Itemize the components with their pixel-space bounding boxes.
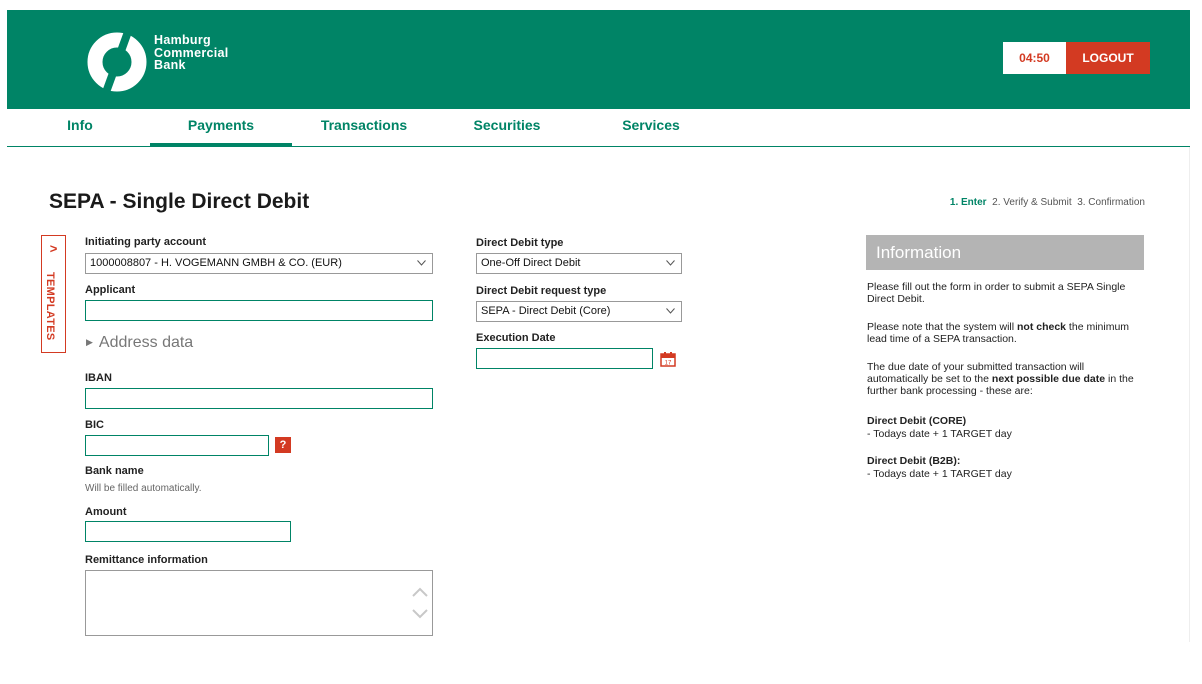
info-b2b-text: - Todays date + 1 TARGET day [867, 468, 1012, 480]
chevron-down-icon[interactable] [410, 606, 430, 622]
nav-services[interactable]: Services [605, 109, 697, 146]
info-panel-title: Information [866, 235, 1144, 270]
calendar-icon[interactable]: 17 [660, 351, 676, 367]
chevron-up-icon[interactable] [410, 584, 430, 600]
bank-name-label: Bank name [85, 465, 144, 477]
execution-date-label: Execution Date [476, 332, 556, 344]
info-b2b-title: Direct Debit (B2B): [867, 455, 961, 467]
nav-securities[interactable]: Securities [457, 109, 557, 146]
chevron-down-icon [666, 308, 675, 314]
amount-input[interactable] [85, 521, 291, 542]
brand-name: Hamburg Commercial Bank [154, 34, 229, 72]
nav-info[interactable]: Info [45, 109, 115, 146]
help-icon[interactable]: ? [275, 437, 291, 453]
header-bar: Hamburg Commercial Bank 04:50 LOGOUT [7, 10, 1190, 109]
step-verify: 2. Verify & Submit [992, 197, 1072, 208]
dd-request-type-select[interactable]: SEPA - Direct Debit (Core) [476, 301, 682, 322]
info-paragraph-1: Please fill out the form in order to sub… [867, 281, 1126, 305]
info-core-title: Direct Debit (CORE) [867, 415, 967, 427]
iban-label: IBAN [85, 372, 112, 384]
step-enter: 1. Enter [949, 197, 987, 208]
remittance-textarea[interactable] [85, 570, 433, 636]
nav-payments[interactable]: Payments [150, 109, 292, 146]
initiating-party-select[interactable]: 1000008807 - H. VOGEMANN GMBH & CO. (EUR… [85, 253, 433, 274]
bic-label: BIC [85, 419, 104, 431]
step-confirmation: 3. Confirmation [1077, 197, 1145, 208]
main-nav: Info Payments Transactions Securities Se… [7, 109, 1190, 147]
dd-type-select[interactable]: One-Off Direct Debit [476, 253, 682, 274]
bic-input[interactable] [85, 435, 269, 456]
brand-line-3: Bank [154, 58, 186, 72]
info-paragraph-3: The due date of your submitted transacti… [867, 361, 1134, 397]
content-border [1189, 147, 1190, 642]
dd-type-value: One-Off Direct Debit [481, 257, 581, 269]
dd-request-type-value: SEPA - Direct Debit (Core) [481, 305, 611, 317]
amount-label: Amount [85, 506, 127, 518]
address-data-label: Address data [98, 334, 194, 351]
initiating-party-label: Initiating party account [85, 236, 207, 248]
info-core-text: - Todays date + 1 TARGET day [867, 428, 1012, 440]
templates-label: TEMPLATES [44, 272, 56, 341]
dd-request-type-label: Direct Debit request type [476, 285, 607, 297]
brand-line-1: Hamburg [154, 33, 211, 47]
initiating-party-value: 1000008807 - H. VOGEMANN GMBH & CO. (EUR… [90, 257, 342, 269]
caret-right-icon: ▶ [86, 337, 93, 348]
address-data-toggle[interactable]: ▶ Address data [86, 334, 193, 352]
page-title: SEPA - Single Direct Debit [49, 190, 310, 213]
templates-tab[interactable]: > TEMPLATES [41, 235, 66, 353]
dd-type-label: Direct Debit type [476, 237, 564, 249]
execution-date-input[interactable] [476, 348, 653, 369]
hcob-logo-icon[interactable] [87, 32, 147, 92]
chevron-down-icon [417, 260, 426, 266]
bank-name-hint: Will be filled automatically. [85, 483, 202, 494]
remittance-label: Remittance information [85, 554, 208, 566]
session-timer: 04:50 [1003, 42, 1066, 74]
logout-button[interactable]: LOGOUT [1066, 42, 1150, 74]
info-paragraph-2: Please note that the system will not che… [867, 321, 1130, 345]
iban-input[interactable] [85, 388, 433, 409]
calendar-day: 17 [665, 361, 672, 367]
step-indicator: 1. Enter 2. Verify & Submit 3. Confirmat… [950, 197, 1145, 208]
chevron-down-icon [666, 260, 675, 266]
nav-transactions[interactable]: Transactions [307, 109, 421, 146]
applicant-label: Applicant [85, 284, 136, 296]
chevron-right-icon: > [49, 241, 58, 256]
applicant-input[interactable] [85, 300, 433, 321]
